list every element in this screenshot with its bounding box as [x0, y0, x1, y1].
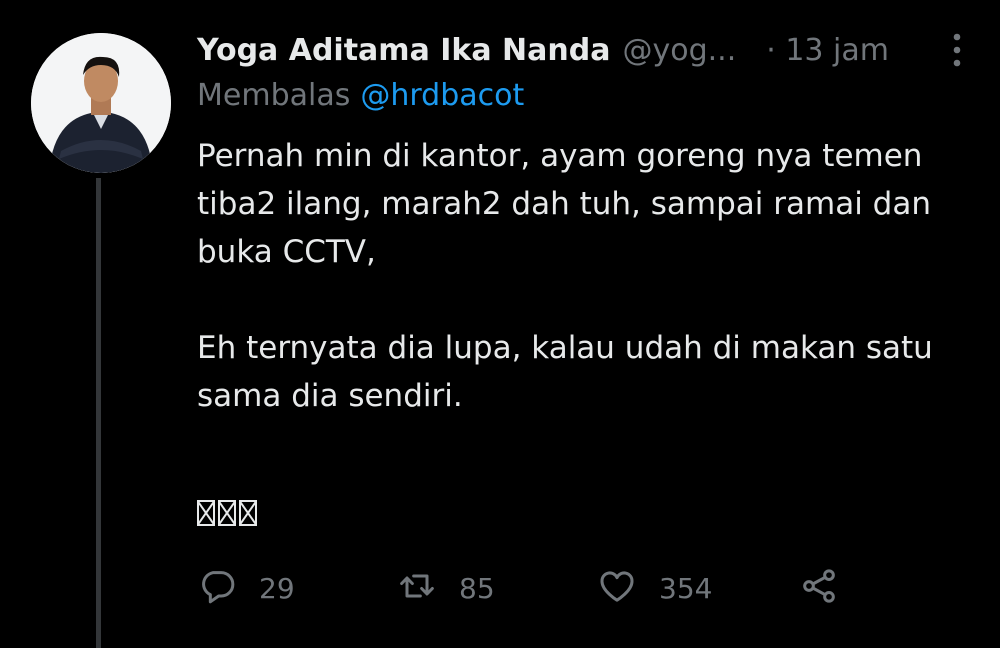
thread-line [96, 178, 101, 648]
tweet-text: Pernah min di kantor, ayam goreng nya te… [197, 132, 987, 420]
reply-button[interactable]: 29 [197, 566, 295, 610]
retweet-count: 85 [459, 571, 495, 605]
heart-icon [597, 566, 637, 610]
tweet-timestamp[interactable]: · 13 jam [766, 33, 889, 68]
retweet-icon [397, 566, 437, 610]
share-button[interactable] [799, 566, 839, 610]
like-button[interactable]: 354 [597, 566, 712, 610]
reply-context: Membalas @hrdbacot [197, 78, 524, 113]
more-vertical-icon[interactable] [951, 32, 963, 72]
share-icon [799, 566, 839, 610]
author-name[interactable]: Yoga Aditama Ika Nanda [197, 33, 610, 68]
missing-emoji-glyph [239, 500, 257, 526]
tweet-paragraph-2: Eh ternyata dia lupa, kalau udah di maka… [197, 330, 933, 414]
reply-prefix: Membalas [197, 78, 351, 113]
tweet-actions: 29 85 354 [197, 566, 857, 610]
tweet-header: Yoga Aditama Ika Nanda @yog... · 13 jam [197, 26, 977, 74]
missing-emoji-glyph [218, 500, 236, 526]
retweet-button[interactable]: 85 [397, 566, 495, 610]
tweet-paragraph-1: Pernah min di kantor, ayam goreng nya te… [197, 138, 931, 270]
author-handle[interactable]: @yog... [622, 33, 736, 68]
avatar[interactable] [31, 33, 171, 173]
emoji-placeholder-row [197, 500, 257, 526]
reply-bubble-icon [197, 566, 237, 610]
reply-mention-link[interactable]: @hrdbacot [360, 78, 524, 113]
reply-count: 29 [259, 571, 295, 605]
missing-emoji-glyph [197, 500, 215, 526]
like-count: 354 [659, 571, 713, 605]
